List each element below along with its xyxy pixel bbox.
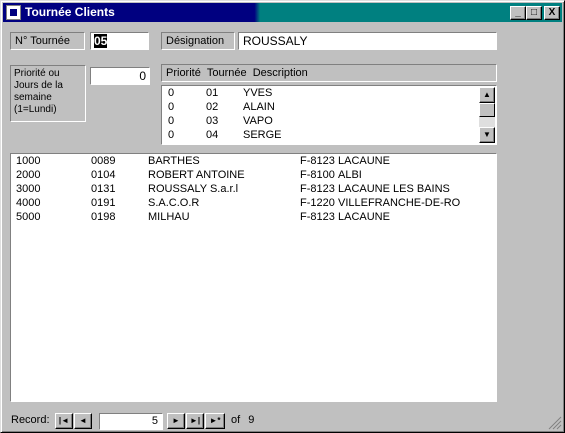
list-scrollbar[interactable]: ▲ ▼ [479, 87, 495, 143]
client-city: ALBI [338, 169, 362, 181]
designation-label: Désignation [161, 32, 235, 50]
client-postal: F-8100 [300, 169, 335, 181]
client-name: MILHAU [148, 211, 190, 223]
scroll-thumb[interactable] [479, 103, 495, 117]
scroll-up-icon[interactable]: ▲ [479, 87, 495, 103]
form-icon [6, 5, 21, 20]
priorite-field[interactable]: 0 [90, 67, 150, 85]
tournee-list[interactable]: 0 01 YVES 0 02 ALAIN 0 03 VAPO 0 04 SERG… [161, 85, 497, 145]
list-item[interactable]: 0 01 YVES [168, 87, 468, 101]
client-name: ROBERT ANTOINE [148, 169, 245, 181]
client-city: VILLEFRANCHE-DE-RO [338, 197, 461, 209]
list-cell: 0 [168, 101, 175, 113]
client-code: 3000 [16, 183, 41, 195]
designation-field[interactable]: ROUSSALY [238, 32, 497, 50]
table-row[interactable]: 3000 0131 ROUSSALY S.a.r.l F-8123 LACAUN… [16, 183, 496, 197]
client-postal: F-8123 [300, 211, 335, 223]
client-city: LACAUNE LES BAINS [338, 183, 450, 195]
client-name: ROUSSALY S.a.r.l [148, 183, 239, 195]
list-cell: YVES [243, 87, 273, 99]
title-bar: Tournée Clients _ □ X [3, 3, 562, 22]
client-code: 4000 [16, 197, 41, 209]
list-cell: 03 [206, 115, 219, 127]
combo-header: Priorité Tournée Description [161, 64, 497, 82]
client-name: BARTHES [148, 155, 200, 167]
client-number: 0089 [91, 155, 116, 167]
table-row[interactable]: 2000 0104 ROBERT ANTOINE F-8100 ALBI [16, 169, 496, 183]
record-number-field[interactable]: 5 [99, 413, 163, 430]
record-total-count: 9 [248, 414, 255, 426]
scroll-down-icon[interactable]: ▼ [479, 127, 495, 143]
record-label: Record: [11, 414, 50, 426]
list-item[interactable]: 0 03 VAPO [168, 115, 468, 129]
client-number: 0191 [91, 197, 116, 209]
client-city: LACAUNE [338, 211, 390, 223]
maximize-button[interactable]: □ [526, 6, 542, 20]
table-row[interactable]: 5000 0198 MILHAU F-8123 LACAUNE [16, 211, 496, 225]
tournee-field[interactable]: 05 [90, 32, 149, 50]
client-postal: F-1220 [300, 197, 335, 209]
form-window: Tournée Clients _ □ X N° Tournée 05 Dési… [0, 0, 565, 433]
client-code: 1000 [16, 155, 41, 167]
client-number: 0104 [91, 169, 116, 181]
list-cell: 0 [168, 129, 175, 141]
client-city: LACAUNE [338, 155, 390, 167]
list-cell: 01 [206, 87, 219, 99]
close-button[interactable]: X [544, 6, 560, 20]
list-cell: SERGE [243, 129, 282, 141]
list-cell: 02 [206, 101, 219, 113]
new-record-button[interactable]: ►* [205, 413, 225, 429]
client-name: S.A.C.O.R [148, 197, 200, 209]
tournee-label: N° Tournée [10, 32, 85, 50]
list-cell: 0 [168, 115, 175, 127]
client-postal: F-8123 [300, 183, 335, 195]
priorite-label-line: (1=Lundi) [14, 104, 57, 115]
client-postal: F-8123 [300, 155, 335, 167]
table-row[interactable]: 4000 0191 S.A.C.O.R F-1220 VILLEFRANCHE-… [16, 197, 496, 211]
client-number: 0198 [91, 211, 116, 223]
combo-header-priorite: Priorité [166, 67, 201, 79]
first-record-button[interactable]: |◄ [55, 413, 73, 429]
window-title: Tournée Clients [25, 5, 115, 19]
client-code: 2000 [16, 169, 41, 181]
client-code: 5000 [16, 211, 41, 223]
list-item[interactable]: 0 02 ALAIN [168, 101, 468, 115]
tournee-value: 05 [94, 34, 108, 48]
resize-grip-icon[interactable] [548, 416, 562, 430]
list-cell: VAPO [243, 115, 273, 127]
priorite-label-line: Priorité ou [14, 68, 60, 79]
minimize-button[interactable]: _ [510, 6, 526, 20]
client-number: 0131 [91, 183, 116, 195]
record-total: of 9 [231, 414, 254, 426]
table-row[interactable]: 1000 0089 BARTHES F-8123 LACAUNE [16, 155, 496, 169]
list-cell: ALAIN [243, 101, 275, 113]
next-record-button[interactable]: ► [167, 413, 185, 429]
priorite-label-line: semaine [14, 92, 52, 103]
priorite-label-line: Jours de la [14, 80, 63, 91]
clients-subform[interactable]: 1000 0089 BARTHES F-8123 LACAUNE 2000 01… [10, 153, 497, 402]
combo-header-description: Description [252, 67, 308, 79]
priorite-label: Priorité ou Jours de la semaine (1=Lundi… [10, 65, 86, 122]
last-record-button[interactable]: ►| [186, 413, 204, 429]
list-cell: 04 [206, 129, 219, 141]
record-of-label: of [231, 414, 241, 426]
prev-record-button[interactable]: ◄ [74, 413, 92, 429]
list-cell: 0 [168, 87, 175, 99]
list-item[interactable]: 0 04 SERGE [168, 129, 468, 143]
combo-header-tournee: Tournée [206, 67, 247, 79]
